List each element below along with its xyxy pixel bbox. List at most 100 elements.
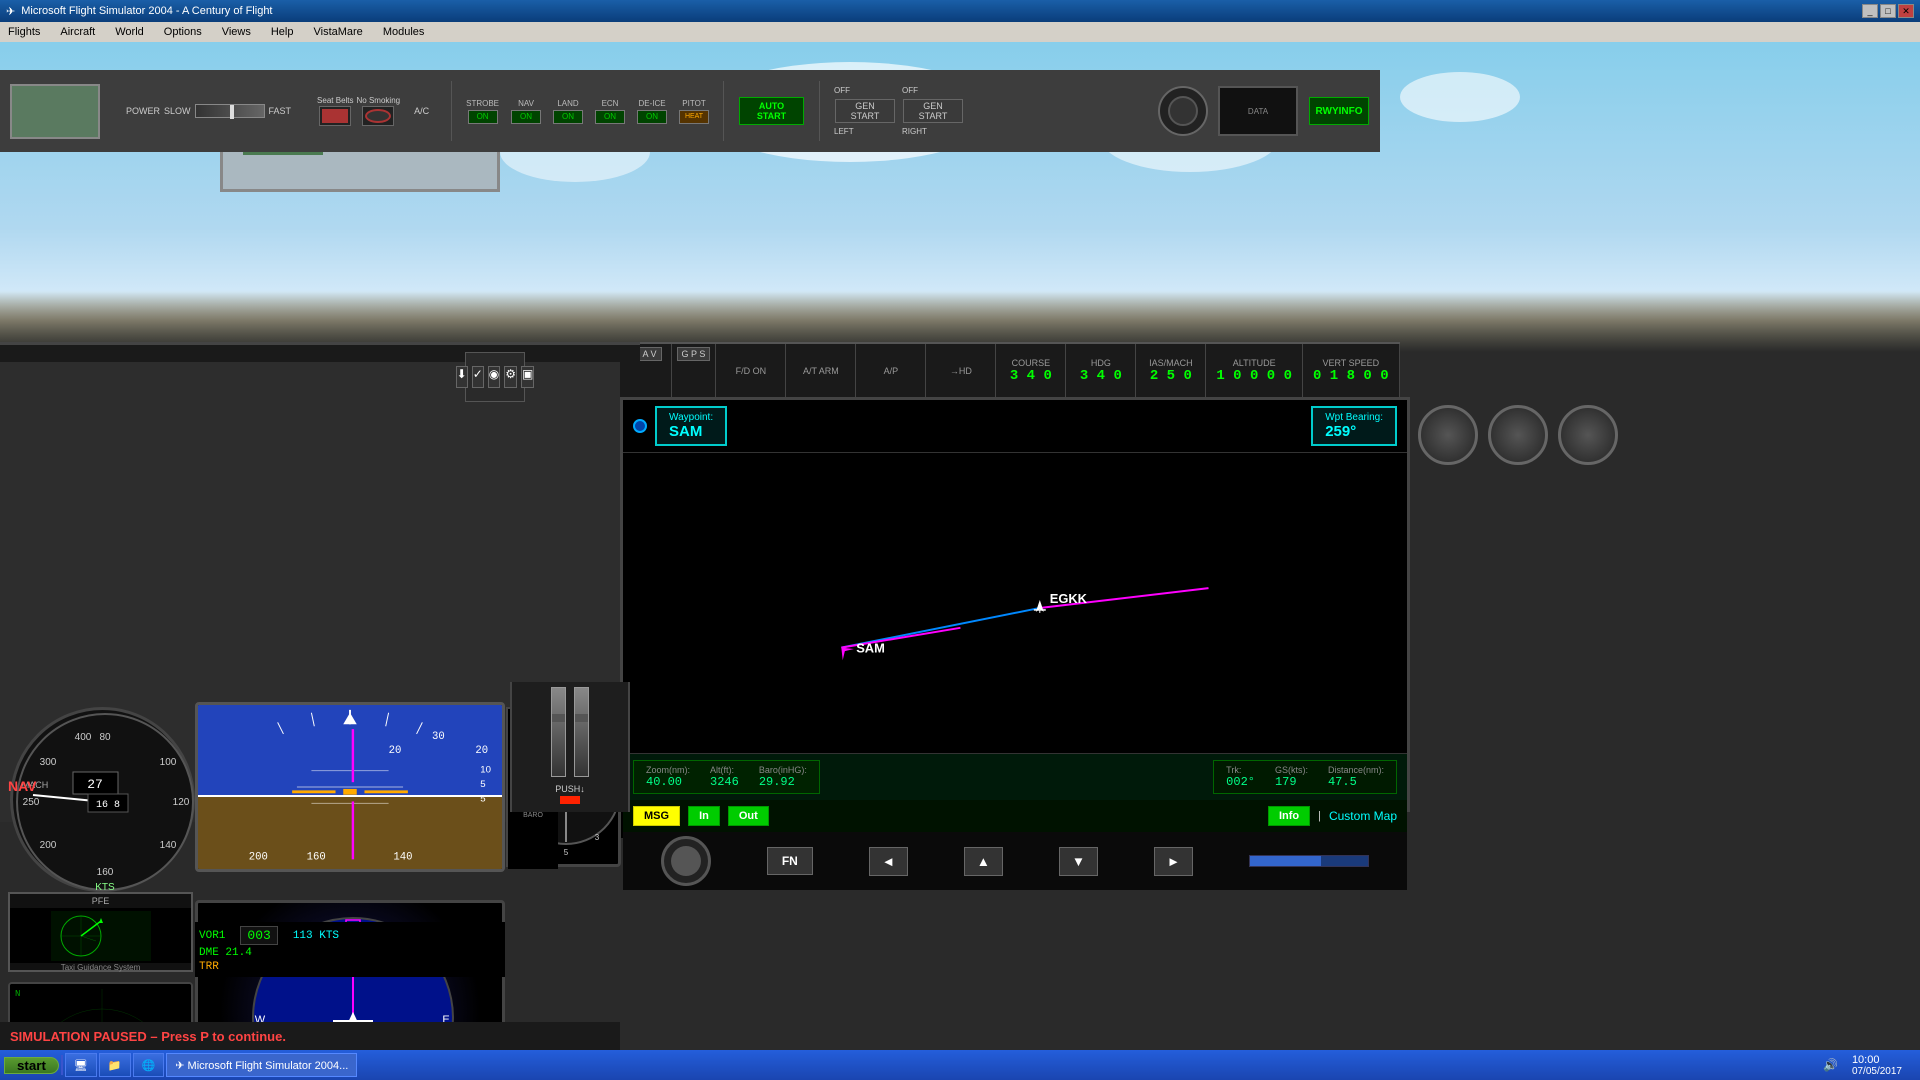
taskbar-desktop-button[interactable]: 🖥 <box>65 1053 97 1077</box>
menu-options[interactable]: Options <box>160 25 206 39</box>
menu-flights[interactable]: Flights <box>4 25 44 39</box>
taskbar-app-button[interactable]: ✈ Microsoft Flight Simulator 2004... <box>166 1053 357 1077</box>
svg-text:3: 3 <box>595 833 600 842</box>
arrow-left[interactable]: ◄ <box>869 847 908 876</box>
minimize-button[interactable]: _ <box>1862 4 1878 18</box>
ap-hdg-section: HDG 3 4 0 <box>1066 344 1136 397</box>
pipe-separator: | <box>1318 810 1321 822</box>
info-button[interactable]: Info <box>1268 806 1310 826</box>
gps-buttons-row: MSG In Out Info | Custom Map <box>623 800 1407 832</box>
menu-vistaMare[interactable]: VistaMare <box>309 25 366 39</box>
taskbar: start 🖥 📁 🌐 ✈ Microsoft Flight Simulator… <box>0 1050 1920 1080</box>
gps-left-buttons: MSG In Out <box>633 806 769 826</box>
attitude-indicator: 200 160 140 30 30 20 20 5 10 5 <box>195 702 505 872</box>
no-smoking-switch[interactable] <box>362 106 394 126</box>
no-smoking-indicator <box>365 109 391 123</box>
mode-btn-check[interactable]: ✓ <box>472 366 484 388</box>
out-button[interactable]: Out <box>728 806 769 826</box>
gen-start-right-button[interactable]: GEN START <box>903 99 963 123</box>
ap-gps-button[interactable]: G P S <box>677 347 711 361</box>
mode-btn-gear[interactable]: ⚙ <box>504 366 517 388</box>
land-state[interactable]: ON <box>553 110 583 124</box>
deice-state[interactable]: ON <box>637 110 667 124</box>
knob-1[interactable] <box>1418 405 1478 465</box>
ecn-state[interactable]: ON <box>595 110 625 124</box>
svg-text:N: N <box>15 989 20 999</box>
overhead-map-display <box>10 84 100 139</box>
cockpit-view: POWER SLOW FAST Seat Belts No Smoking A/… <box>0 42 1920 1080</box>
vor-dme-display: VOR1 003 113 KTS DME 21.4 TRR <box>195 922 505 977</box>
mode-btn-down[interactable]: ⬇ <box>456 366 468 388</box>
vor-row-2: DME 21.4 <box>199 947 501 959</box>
seat-belt-label: Seat Belts <box>317 96 353 105</box>
gps-progress-bar <box>1249 855 1369 867</box>
gps-progress-fill <box>1250 856 1321 866</box>
svg-text:250: 250 <box>23 797 40 808</box>
close-button[interactable]: ✕ <box>1898 4 1914 18</box>
gs-value: 179 <box>1275 775 1308 789</box>
pitot-state[interactable]: HEAT <box>679 110 709 124</box>
msg-button[interactable]: MSG <box>633 806 680 826</box>
arrow-right[interactable]: ► <box>1154 847 1193 876</box>
trk-item: Trk: 002° <box>1226 765 1255 789</box>
taskbar-browser-button[interactable]: 🌐 <box>133 1053 165 1077</box>
maximize-button[interactable]: □ <box>1880 4 1896 18</box>
pfe-display: PFE Taxi Guidance System <box>8 892 193 972</box>
svg-text:140: 140 <box>160 840 177 851</box>
gps-joystick[interactable] <box>661 836 711 886</box>
auto-start-button[interactable]: AUTO START <box>739 97 804 125</box>
menu-world[interactable]: World <box>111 25 148 39</box>
nav-light-switches: STROBE ON NAV ON LAND ON ECN ON DE-ICE O… <box>466 99 709 124</box>
ap-course-section: COURSE 3 4 0 <box>996 344 1066 397</box>
gen-start-left-button[interactable]: GEN START <box>835 99 895 123</box>
menu-help[interactable]: Help <box>267 25 298 39</box>
seat-belt-switch[interactable] <box>319 106 351 126</box>
taskbar-tray: 🔊 10:00 07/05/2017 <box>1817 1054 1916 1077</box>
svg-text:EGKK: EGKK <box>1050 591 1088 606</box>
land-label: LAND <box>557 99 578 108</box>
gs-item: GS(kts): 179 <box>1275 765 1308 789</box>
ap-course-value: 3 4 0 <box>1010 368 1052 384</box>
mode-btn-square[interactable]: ▣ <box>521 366 534 388</box>
custom-map-link[interactable]: Custom Map <box>1329 809 1397 823</box>
svg-text:100: 100 <box>160 757 177 768</box>
mode-btn-view[interactable]: ◉ <box>488 366 500 388</box>
vor-dme: DME 21.4 <box>199 947 252 959</box>
throttle-levers <box>512 682 628 782</box>
mode-buttons: ⬇ ✓ ◉ ⚙ ▣ <box>465 352 525 402</box>
ap-vs-value: 0 1 8 0 0 <box>1313 368 1389 384</box>
fn-button[interactable]: FN <box>767 847 813 875</box>
menu-modules[interactable]: Modules <box>379 25 429 39</box>
gps-fn-row: FN ◄ ▲ ▼ ► <box>623 832 1407 890</box>
pfe-label: PFE <box>10 894 191 908</box>
no-smoking-label: No Smoking <box>357 96 401 105</box>
menu-views[interactable]: Views <box>218 25 255 39</box>
knob-3[interactable] <box>1558 405 1618 465</box>
throttle-lever-2[interactable] <box>574 687 589 777</box>
strobe-state[interactable]: ON <box>468 110 498 124</box>
seat-belt-indicator <box>322 109 348 123</box>
overhead-panel: POWER SLOW FAST Seat Belts No Smoking A/… <box>0 70 1380 152</box>
in-button[interactable]: In <box>688 806 720 826</box>
svg-text:120: 120 <box>173 797 190 808</box>
ah-overlay-svg: 200 160 140 30 30 20 20 5 10 5 <box>198 705 502 869</box>
ap-ap-label: A/P <box>884 366 899 376</box>
taskbar-folder-button[interactable]: 📁 <box>99 1053 131 1077</box>
nav-state[interactable]: ON <box>511 110 541 124</box>
rwyinfo-button[interactable]: RWYINFO <box>1309 97 1369 125</box>
arrow-up[interactable]: ▲ <box>964 847 1003 876</box>
bearing-value: 259° <box>1325 423 1356 440</box>
nav-label-bottom: NAV <box>8 778 37 794</box>
ap-hmd-label: →HD <box>950 366 972 376</box>
throttle-slider[interactable] <box>195 104 265 118</box>
gen-start-left: OFF GEN START LEFT <box>834 86 896 136</box>
knob-2[interactable] <box>1488 405 1548 465</box>
ap-alt-value: 1 0 0 0 0 <box>1216 368 1292 384</box>
arrow-down[interactable]: ▼ <box>1059 847 1098 876</box>
off-label-1: OFF <box>834 86 896 95</box>
gs-label: GS(kts): <box>1275 765 1308 775</box>
pfe-svg <box>51 911 151 961</box>
menu-aircraft[interactable]: Aircraft <box>56 25 99 39</box>
throttle-lever-1[interactable] <box>551 687 566 777</box>
start-button[interactable]: start <box>4 1057 59 1074</box>
